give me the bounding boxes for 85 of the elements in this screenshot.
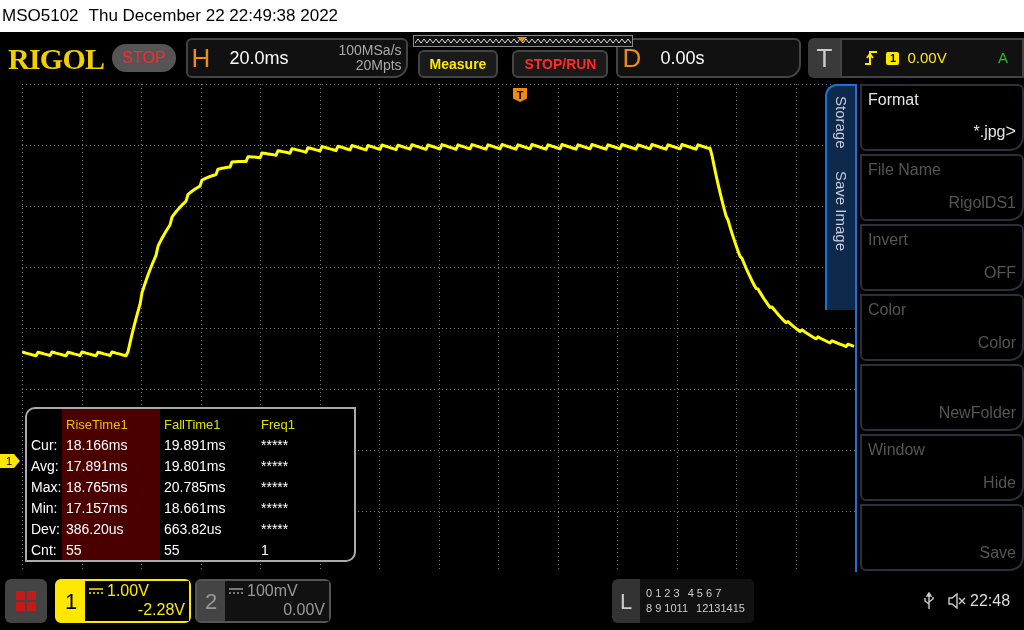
measurement-value: *****	[261, 478, 290, 497]
trigger-label[interactable]: T	[808, 38, 841, 78]
menu-item-label: Color	[868, 300, 908, 320]
channel-number: 1	[57, 581, 85, 621]
measurement-value: 19.891ms	[164, 436, 227, 455]
channel-offset: 0.00V	[282, 600, 325, 619]
model-name: MSO5102	[2, 5, 79, 28]
dc-coupling-icon	[89, 587, 103, 594]
channel-marker[interactable]: 1	[0, 454, 20, 468]
measurement-value: 18.661ms	[164, 499, 227, 518]
menu-item-value: NewFolder	[938, 403, 1016, 423]
trigger-position-marker: T	[513, 88, 527, 102]
measurement-value: 18.166ms	[66, 436, 129, 455]
sample-rate: 100MSa/s	[338, 43, 402, 58]
measure-button[interactable]: Measure	[417, 50, 499, 78]
row-label: Cur:	[31, 436, 59, 455]
menu-item-label: Invert	[868, 230, 909, 250]
column-header: FallTime1	[164, 416, 222, 434]
muted-speaker-icon	[948, 593, 966, 609]
measurement-value: 17.157ms	[66, 499, 129, 518]
measurement-value: 386.20us	[66, 520, 125, 539]
menu-item-value: Hide	[983, 473, 1016, 493]
channel-index-group: 8 9 1011	[646, 601, 688, 616]
horizontal-label: H	[191, 41, 212, 75]
logic-panel[interactable]: L 0 1 2 3 4 5 6 7 8 9 1011 12131415	[612, 579, 754, 623]
measurement-value: *****	[261, 520, 290, 539]
usb-icon	[924, 592, 934, 610]
row-label: Max:	[31, 478, 62, 497]
menu-tab[interactable]: Storage	[829, 96, 853, 149]
measurement-value: 17.891ms	[66, 457, 129, 476]
channel-offset: -2.28V	[136, 600, 185, 619]
channel-active-badge[interactable]: 1 1.00V -2.28V	[55, 579, 191, 623]
measurement-value: 20.785ms	[164, 478, 227, 497]
measurement-value: *****	[261, 457, 290, 476]
delay-label: D	[622, 41, 643, 75]
column-header: RiseTime1	[66, 416, 129, 434]
row-label: Cnt:	[31, 541, 58, 560]
menu-button[interactable]	[5, 579, 47, 623]
trigger-mode: A	[998, 47, 1008, 68]
timebase-value: 20.0ms	[229, 46, 289, 70]
measurement-value: *****	[261, 436, 290, 455]
submenu-arrow: >	[1005, 120, 1016, 143]
menu-item-value: *.jpg	[973, 121, 1006, 142]
channel-number: 2	[197, 581, 225, 621]
date-time: Thu December 22 22:49:38 2022	[88, 5, 339, 28]
menu-item-label: Format	[868, 90, 920, 110]
menu-tab[interactable]: Save Image	[829, 170, 853, 251]
row-label: Avg:	[31, 457, 60, 476]
trigger-level: 0.00V	[907, 47, 947, 68]
trigger-panel[interactable]: 1 0.00V A	[840, 38, 1024, 78]
menu-item-value: Color	[977, 333, 1016, 353]
measurement-value: 55	[164, 541, 181, 560]
grid-icon	[15, 590, 37, 612]
measurement-value: 18.765ms	[66, 478, 129, 497]
menu-item-label: Window	[868, 440, 926, 460]
measurement-value: 663.82us	[164, 520, 223, 539]
channel-index-group: 0 1 2 3	[646, 586, 680, 601]
menu-item-value: OFF	[984, 263, 1016, 283]
trigger-source-badge: 1	[886, 51, 900, 65]
channel-index-group: 4 5 6 7	[687, 586, 722, 601]
measurement-value: 1	[261, 541, 270, 560]
measurement-value: *****	[261, 499, 290, 518]
row-label: Dev:	[31, 520, 61, 539]
measurement-value: 55	[66, 541, 83, 560]
delay-panel[interactable]: D 0.00s	[616, 38, 802, 78]
logic-label: L	[618, 587, 634, 616]
delay-value: 0.00s	[660, 46, 705, 70]
measurement-value: 19.801ms	[164, 457, 227, 476]
column-header: Freq1	[261, 416, 296, 434]
run-stop-button[interactable]: STOP/RUN	[512, 50, 609, 78]
menu-item-label: File Name	[868, 160, 942, 180]
channel-scale: 1.00V	[107, 581, 149, 600]
horizontal-panel[interactable]: H 20.0ms 100MSa/s 20Mpts	[185, 38, 408, 78]
rising-edge-icon	[864, 50, 879, 66]
menu-item[interactable]: Format *.jpg>	[860, 84, 1024, 151]
channel-scale: 100mV	[247, 581, 298, 600]
channel-index-group: 12131415	[696, 601, 745, 616]
memory-depth: 20Mpts	[355, 58, 402, 73]
run-state-indicator: STOP	[112, 44, 176, 72]
menu-item-value: Save	[979, 543, 1016, 563]
row-label: Min:	[31, 499, 59, 518]
clock-time: 22:48	[970, 591, 1011, 611]
brand-logo: RIGOL	[8, 40, 105, 77]
menu-item-value: RigolDS1	[948, 193, 1016, 213]
dc-coupling-icon	[229, 587, 243, 594]
